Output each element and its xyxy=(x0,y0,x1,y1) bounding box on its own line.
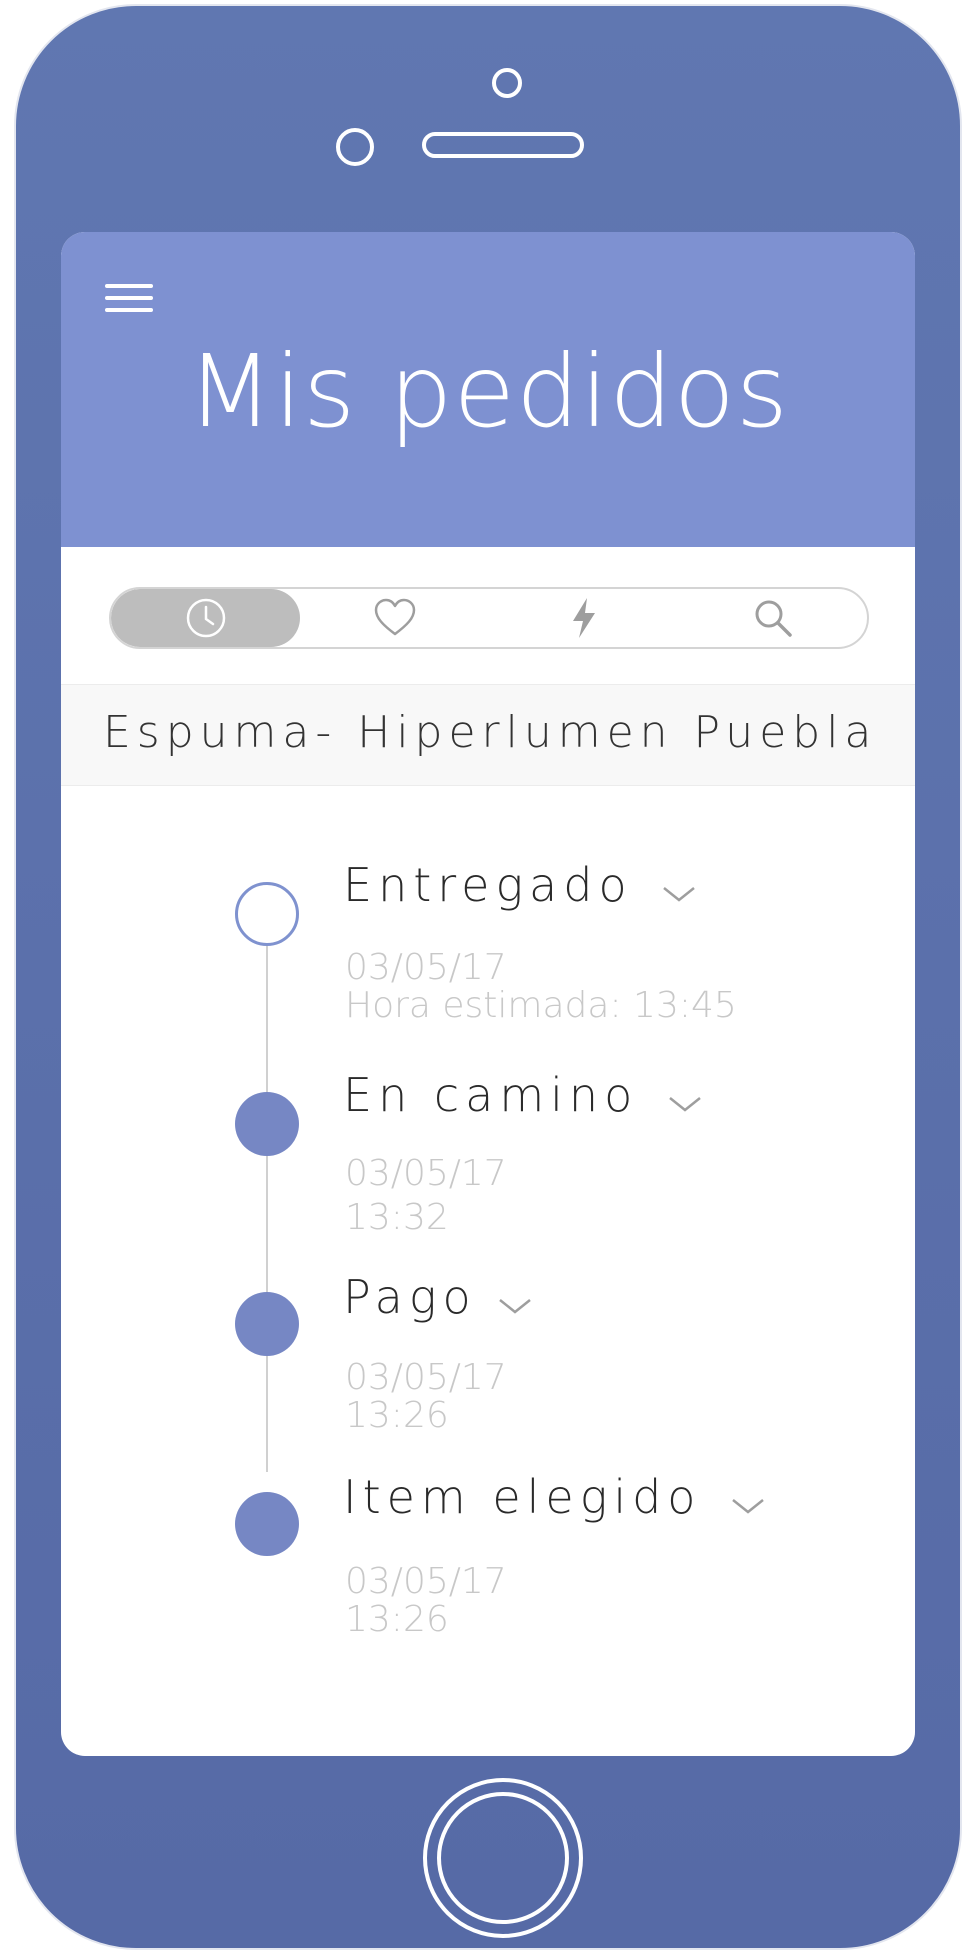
step-date: 03/05/17 xyxy=(345,1357,507,1398)
tab-search[interactable] xyxy=(678,589,867,647)
status-dot-pending xyxy=(235,882,299,946)
proximity-sensor xyxy=(336,128,374,166)
status-dot-done xyxy=(235,1092,299,1156)
page-title: Mis pedidos xyxy=(187,333,789,450)
clock-icon xyxy=(185,597,227,639)
lightning-icon xyxy=(567,596,601,640)
front-camera xyxy=(492,68,522,98)
timeline-line xyxy=(266,892,268,1472)
chevron-down-icon[interactable] xyxy=(667,1071,703,1126)
search-icon xyxy=(752,597,794,639)
store-name-bar: Espuma- Hiperlumen Puebla xyxy=(61,684,915,786)
step-title[interactable]: Entregado xyxy=(343,858,697,916)
step-status: Entregado xyxy=(343,858,633,912)
step-time: 13:32 xyxy=(345,1197,449,1238)
filter-tabs xyxy=(109,587,869,649)
step-time: 13:26 xyxy=(345,1395,449,1436)
home-button-ring xyxy=(437,1792,569,1924)
hamburger-menu-icon[interactable] xyxy=(105,284,153,318)
chevron-down-icon[interactable] xyxy=(497,1273,533,1328)
step-date: 03/05/17 xyxy=(345,1153,507,1194)
step-time: 13:26 xyxy=(345,1599,449,1640)
step-title[interactable]: Item elegido xyxy=(343,1470,766,1528)
chevron-down-icon[interactable] xyxy=(661,861,697,916)
store-name: Espuma- Hiperlumen Puebla xyxy=(103,707,878,758)
step-status: Item elegido xyxy=(343,1470,702,1524)
heart-icon xyxy=(373,598,417,638)
step-date: 03/05/17 xyxy=(345,947,507,988)
step-title[interactable]: Pago xyxy=(343,1270,533,1328)
step-status: Pago xyxy=(343,1270,477,1324)
tab-favorites[interactable] xyxy=(300,589,489,647)
tab-history[interactable] xyxy=(111,589,300,647)
app-header: Mis pedidos xyxy=(61,232,915,547)
app-screen: Mis pedidos Espuma- Hiperlumen Puebla En… xyxy=(61,232,915,1756)
chevron-down-icon[interactable] xyxy=(730,1473,766,1528)
step-time: Hora estimada: 13:45 xyxy=(345,985,737,1026)
home-button[interactable] xyxy=(423,1778,583,1938)
earpiece-speaker xyxy=(422,132,584,158)
step-date: 03/05/17 xyxy=(345,1561,507,1602)
tab-express[interactable] xyxy=(489,589,678,647)
status-dot-done xyxy=(235,1492,299,1556)
step-status: En camino xyxy=(343,1068,639,1122)
step-title[interactable]: En camino xyxy=(343,1068,703,1126)
status-dot-done xyxy=(235,1292,299,1356)
